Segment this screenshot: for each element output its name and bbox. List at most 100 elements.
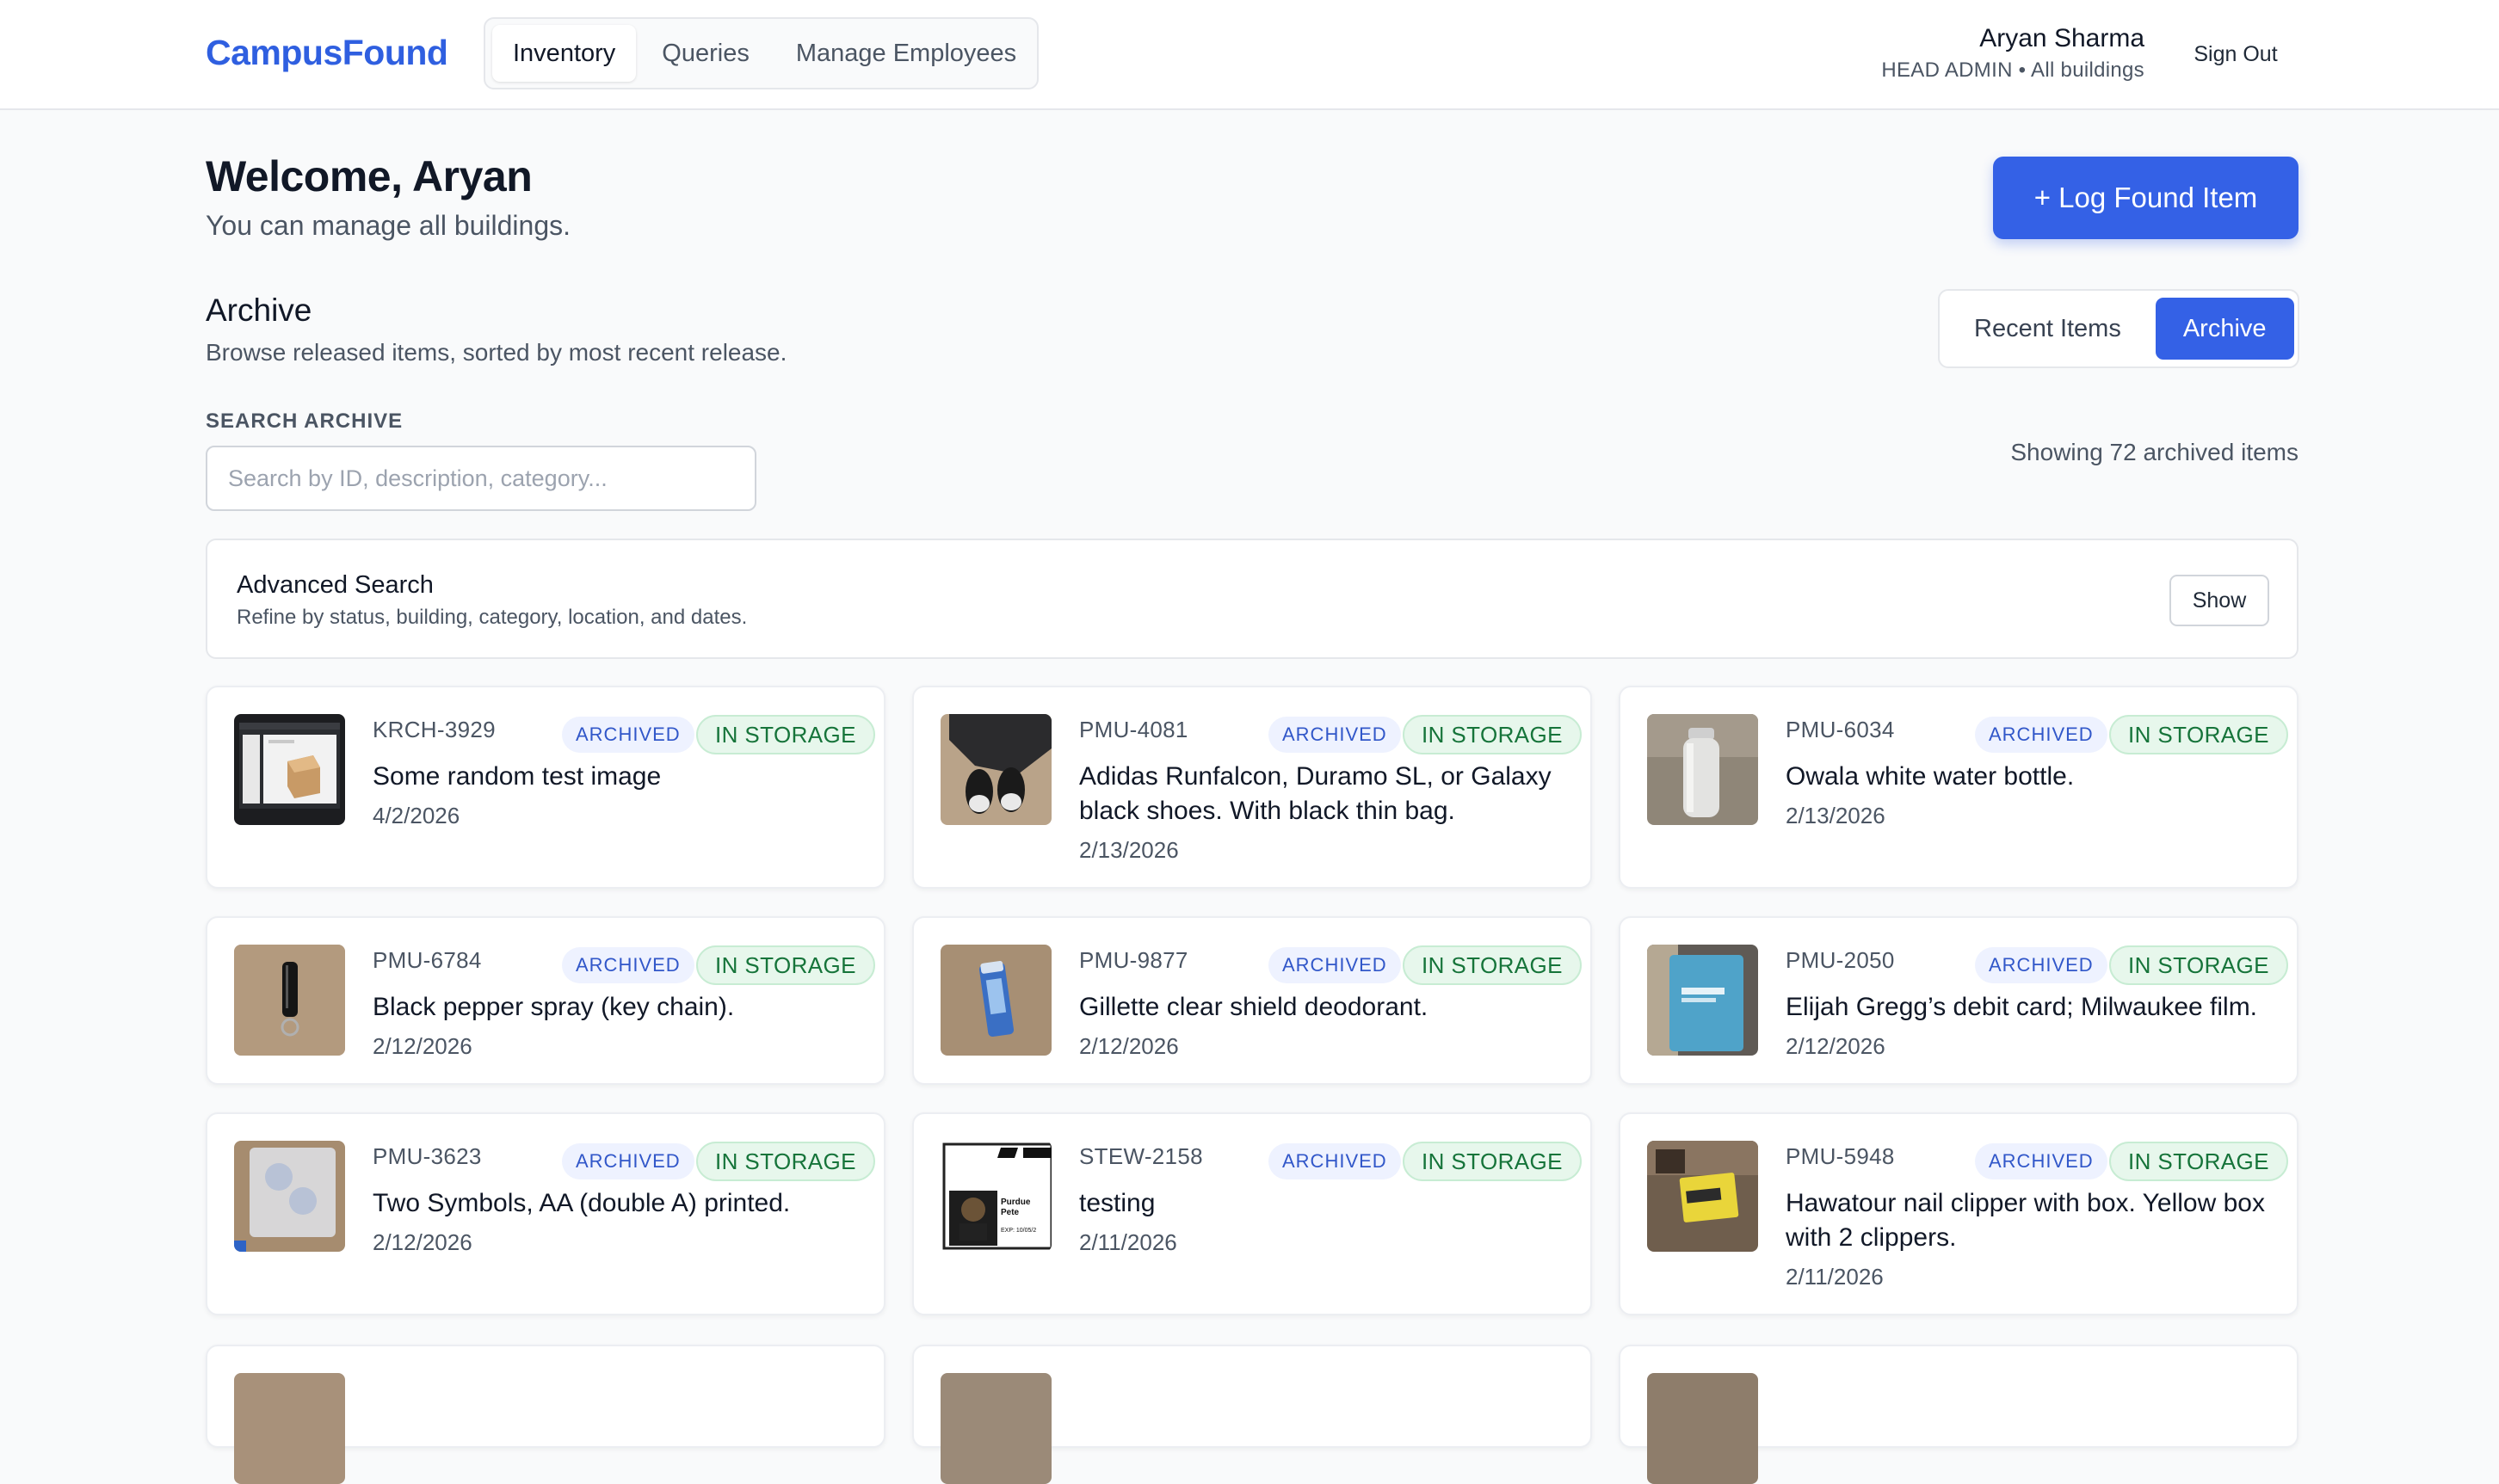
main-nav: Inventory Queries Manage Employees [484, 17, 1039, 89]
item-card[interactable]: KRCH-3929 ARCHIVED IN STORAGE Some rando… [206, 686, 885, 889]
symbols-photo-icon [234, 1141, 345, 1252]
item-date: 4/2/2026 [373, 803, 460, 828]
screenshot-photo-icon [234, 714, 345, 825]
sign-out-button[interactable]: Sign Out [2177, 34, 2294, 74]
item-card[interactable] [912, 1345, 1592, 1484]
item-thumbnail: Purdue Pete EXP: 10/05/2 [941, 1141, 1052, 1252]
item-id: PMU-6034 [1786, 717, 1895, 742]
item-date: 2/12/2026 [373, 1229, 472, 1255]
log-found-item-button[interactable]: + Log Found Item [1993, 157, 2298, 239]
in-storage-badge: IN STORAGE [2109, 945, 2288, 985]
bottle-photo-icon [1647, 714, 1758, 825]
item-card[interactable] [1619, 1345, 2298, 1484]
id-card-photo-icon: Purdue Pete EXP: 10/05/2 [941, 1141, 1052, 1252]
item-date: 2/12/2026 [1786, 1033, 1885, 1059]
item-date: 2/12/2026 [1079, 1033, 1179, 1059]
item-date: 2/13/2026 [1786, 803, 1885, 828]
item-id: PMU-6784 [373, 947, 482, 973]
brand-logo[interactable]: CampusFound [206, 33, 448, 73]
in-storage-badge: IN STORAGE [696, 715, 875, 754]
item-id: PMU-3623 [373, 1143, 482, 1169]
item-thumbnail [1647, 714, 1758, 825]
archived-badge: ARCHIVED [1975, 947, 2107, 983]
advanced-search-panel: Advanced Search Refine by status, buildi… [206, 539, 2298, 659]
item-card[interactable]: PMU-4081 ARCHIVED IN STORAGE Adidas Runf… [912, 686, 1592, 889]
item-date: 2/13/2026 [1079, 837, 1179, 863]
item-thumbnail [1647, 945, 1758, 1056]
item-card[interactable]: Purdue Pete EXP: 10/05/2 STEW-2158 ARCHI… [912, 1112, 1592, 1315]
advanced-search-title: Advanced Search [237, 571, 434, 599]
pepper-spray-photo-icon [234, 945, 345, 1056]
in-storage-badge: IN STORAGE [1403, 715, 1582, 754]
in-storage-badge: IN STORAGE [1403, 945, 1582, 985]
item-card[interactable]: PMU-3623 ARCHIVED IN STORAGE Two Symbols… [206, 1112, 885, 1315]
item-thumbnail [234, 1141, 345, 1252]
item-card[interactable]: PMU-6784 ARCHIVED IN STORAGE Black peppe… [206, 916, 885, 1085]
archive-toggle[interactable]: Archive [2155, 298, 2294, 360]
tab-manage-employees[interactable]: Manage Employees [775, 25, 1037, 82]
in-storage-badge: IN STORAGE [2109, 715, 2288, 754]
tab-inventory[interactable]: Inventory [492, 25, 637, 82]
archived-badge: ARCHIVED [1268, 947, 1401, 983]
item-thumbnail [941, 1373, 1052, 1484]
item-description: Adidas Runfalcon, Duramo SL, or Galaxy b… [1079, 762, 1552, 825]
thumb-text: EXP: 10/05/2 [1001, 1228, 1036, 1234]
top-header: CampusFound Inventory Queries Manage Emp… [0, 0, 2499, 110]
archived-badge: ARCHIVED [1268, 1143, 1401, 1179]
in-storage-badge: IN STORAGE [2109, 1142, 2288, 1181]
item-description: Black pepper spray (key chain). [373, 993, 735, 1021]
thumb-text: Purdue [1001, 1198, 1031, 1207]
search-input[interactable] [206, 446, 756, 511]
item-id: PMU-9877 [1079, 947, 1188, 973]
section-title: Archive [206, 292, 312, 328]
user-role: HEAD ADMIN • All buildings [1881, 58, 2144, 82]
item-description: Hawatour nail clipper with box. Yellow b… [1786, 1189, 2265, 1252]
item-card[interactable]: PMU-6034 ARCHIVED IN STORAGE Owala white… [1619, 686, 2298, 889]
page-subtitle: You can manage all buildings. [206, 210, 571, 241]
advanced-search-show-button[interactable]: Show [2169, 575, 2269, 626]
archived-badge: ARCHIVED [562, 947, 694, 983]
archived-badge: ARCHIVED [1975, 1143, 2107, 1179]
item-thumbnail [941, 714, 1052, 825]
advanced-search-subtitle: Refine by status, building, category, lo… [237, 606, 748, 629]
item-description: Elijah Gregg’s debit card; Milwaukee fil… [1786, 993, 2258, 1021]
nail-clipper-photo-icon [1647, 1141, 1758, 1252]
section-subtitle: Browse released items, sorted by most re… [206, 339, 787, 366]
item-thumbnail [234, 945, 345, 1056]
item-card[interactable]: PMU-9877 ARCHIVED IN STORAGE Gillette cl… [912, 916, 1592, 1085]
item-date: 2/11/2026 [1786, 1264, 1884, 1290]
archived-badge: ARCHIVED [1975, 717, 2107, 753]
thumb-text: Pete [1001, 1208, 1020, 1217]
item-id: PMU-2050 [1786, 947, 1895, 973]
item-date: 2/11/2026 [1079, 1229, 1177, 1255]
in-storage-badge: IN STORAGE [696, 945, 875, 985]
item-thumbnail [941, 945, 1052, 1056]
result-count: Showing 72 archived items [2010, 439, 2298, 465]
archived-badge: ARCHIVED [562, 717, 694, 753]
item-thumbnail [234, 1373, 345, 1484]
shoes-photo-icon [941, 714, 1052, 825]
tab-queries[interactable]: Queries [641, 25, 770, 82]
search-label: SEARCH ARCHIVE [206, 409, 404, 433]
archived-badge: ARCHIVED [562, 1143, 694, 1179]
item-thumbnail [1647, 1373, 1758, 1484]
in-storage-badge: IN STORAGE [696, 1142, 875, 1181]
card-photo-icon [1647, 945, 1758, 1056]
item-card[interactable]: PMU-5948 ARCHIVED IN STORAGE Hawatour na… [1619, 1112, 2298, 1315]
item-thumbnail [1647, 1141, 1758, 1252]
item-card[interactable]: PMU-2050 ARCHIVED IN STORAGE Elijah Greg… [1619, 916, 2298, 1085]
item-id: PMU-5948 [1786, 1143, 1895, 1169]
deodorant-photo-icon [941, 945, 1052, 1056]
item-thumbnail [234, 714, 345, 825]
page-title: Welcome, Aryan [206, 152, 533, 200]
item-card[interactable] [206, 1345, 885, 1484]
user-name: Aryan Sharma [1979, 24, 2144, 52]
recent-items-toggle[interactable]: Recent Items [1947, 298, 2149, 360]
item-id: KRCH-3929 [373, 717, 496, 742]
archived-badge: ARCHIVED [1268, 717, 1401, 753]
item-description: testing [1079, 1189, 1156, 1217]
item-id: PMU-4081 [1079, 717, 1188, 742]
item-description: Some random test image [373, 762, 662, 791]
item-description: Gillette clear shield deodorant. [1079, 993, 1428, 1021]
view-toggle: Recent Items Archive [1938, 289, 2299, 368]
